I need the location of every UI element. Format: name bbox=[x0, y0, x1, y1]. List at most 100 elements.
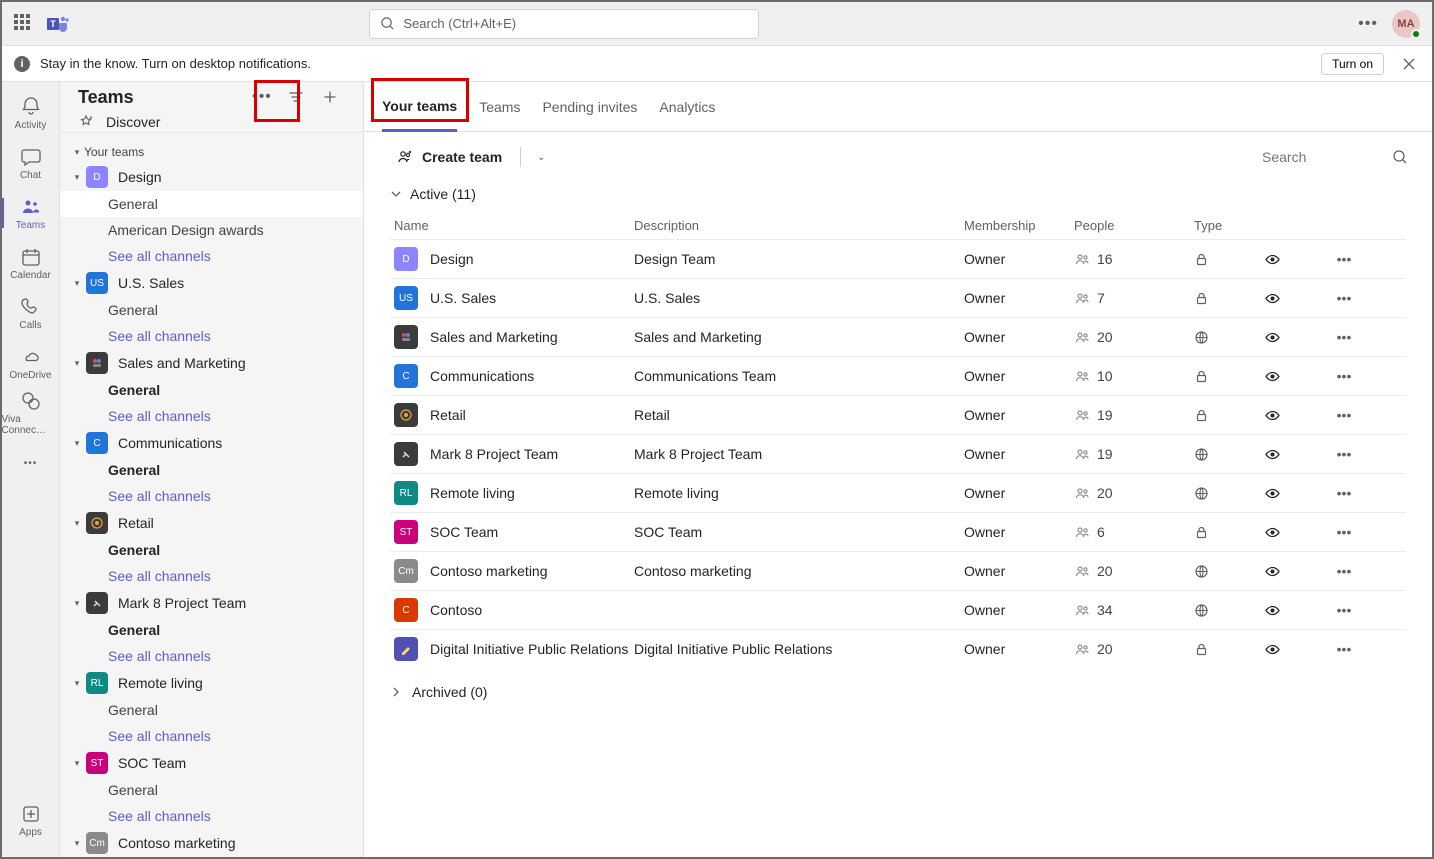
table-row[interactable]: RetailRetailOwner19••• bbox=[390, 395, 1406, 434]
team-avatar bbox=[394, 637, 418, 661]
visibility-icon[interactable] bbox=[1264, 290, 1324, 307]
table-row[interactable]: Sales and MarketingSales and MarketingOw… bbox=[390, 317, 1406, 356]
table-row[interactable]: Mark 8 Project TeamMark 8 Project TeamOw… bbox=[390, 434, 1406, 473]
row-more-icon[interactable]: ••• bbox=[1324, 602, 1364, 618]
visibility-icon[interactable] bbox=[1264, 251, 1324, 268]
table-row[interactable]: STSOC TeamSOC TeamOwner6••• bbox=[390, 512, 1406, 551]
sidebar-channel[interactable]: General bbox=[60, 617, 363, 643]
profile-avatar[interactable]: MA bbox=[1392, 10, 1420, 38]
see-all-channels[interactable]: See all channels bbox=[60, 803, 363, 829]
sidebar-channel[interactable]: General bbox=[60, 457, 363, 483]
filter-icon[interactable] bbox=[281, 82, 311, 112]
table-row[interactable]: USU.S. SalesU.S. SalesOwner7••• bbox=[390, 278, 1406, 317]
visibility-icon[interactable] bbox=[1264, 524, 1324, 541]
row-more-icon[interactable]: ••• bbox=[1324, 524, 1364, 540]
sidebar-channel[interactable]: General bbox=[60, 697, 363, 723]
team-search[interactable] bbox=[1262, 149, 1408, 165]
table-row[interactable]: RLRemote livingRemote livingOwner20••• bbox=[390, 473, 1406, 512]
cell-people: 20 bbox=[1074, 563, 1194, 580]
rail-teams[interactable]: Teams bbox=[2, 188, 60, 238]
table-header: Name Description Membership People Type bbox=[390, 212, 1406, 239]
visibility-icon[interactable] bbox=[1264, 368, 1324, 385]
table-row[interactable]: CmContoso marketingContoso marketingOwne… bbox=[390, 551, 1406, 590]
discover-item[interactable]: Discover bbox=[60, 112, 363, 133]
sidebar-channel[interactable]: General bbox=[60, 191, 363, 217]
tab-teams[interactable]: Teams bbox=[479, 82, 520, 132]
row-more-icon[interactable]: ••• bbox=[1324, 251, 1364, 267]
sidebar-team[interactable]: ▾DDesign bbox=[60, 163, 363, 191]
sidebar-team[interactable]: ▾USU.S. Sales bbox=[60, 269, 363, 297]
visibility-icon[interactable] bbox=[1264, 446, 1324, 463]
visibility-icon[interactable] bbox=[1264, 329, 1324, 346]
rail-activity[interactable]: Activity bbox=[2, 88, 60, 138]
app-launcher-icon[interactable] bbox=[14, 14, 34, 34]
row-more-icon[interactable]: ••• bbox=[1324, 368, 1364, 384]
row-more-icon[interactable]: ••• bbox=[1324, 563, 1364, 579]
rail-calls[interactable]: Calls bbox=[2, 288, 60, 338]
sidebar-channel[interactable]: American Design awards bbox=[60, 217, 363, 243]
col-type[interactable]: Type bbox=[1194, 218, 1264, 233]
visibility-icon[interactable] bbox=[1264, 485, 1324, 502]
sidebar-team[interactable]: ▾CCommunications bbox=[60, 429, 363, 457]
tab-your-teams[interactable]: Your teams bbox=[382, 82, 457, 132]
rail-onedrive[interactable]: OneDrive bbox=[2, 338, 60, 388]
sidebar-team[interactable]: ▾Sales and Marketing bbox=[60, 349, 363, 377]
sidebar-team[interactable]: ▾Retail bbox=[60, 509, 363, 537]
sidebar-team[interactable]: ▾Mark 8 Project Team bbox=[60, 589, 363, 617]
visibility-icon[interactable] bbox=[1264, 407, 1324, 424]
col-name[interactable]: Name bbox=[394, 218, 634, 233]
rail-chat[interactable]: Chat bbox=[2, 138, 60, 188]
table-row[interactable]: DDesignDesign TeamOwner16••• bbox=[390, 239, 1406, 278]
see-all-channels[interactable]: See all channels bbox=[60, 723, 363, 749]
archived-group[interactable]: Archived (0) bbox=[364, 668, 1432, 716]
rail-viva[interactable]: Viva Connec… bbox=[2, 388, 60, 438]
sidebar-team[interactable]: ▾STSOC Team bbox=[60, 749, 363, 777]
create-team-dropdown[interactable]: ⌄ bbox=[531, 148, 551, 167]
add-team-icon[interactable] bbox=[315, 82, 345, 112]
row-more-icon[interactable]: ••• bbox=[1324, 485, 1364, 501]
teams-settings-icon[interactable]: ••• bbox=[247, 82, 277, 112]
sidebar-team[interactable]: ▾CmContoso marketing bbox=[60, 829, 363, 857]
visibility-icon[interactable] bbox=[1264, 563, 1324, 580]
rail-calendar[interactable]: Calendar bbox=[2, 238, 60, 288]
sidebar-channel[interactable]: General bbox=[60, 377, 363, 403]
team-search-input[interactable] bbox=[1262, 149, 1382, 165]
turn-on-button[interactable]: Turn on bbox=[1321, 53, 1384, 75]
see-all-channels[interactable]: See all channels bbox=[60, 243, 363, 269]
visibility-icon[interactable] bbox=[1264, 641, 1324, 658]
more-icon[interactable]: ••• bbox=[1358, 15, 1378, 33]
col-description[interactable]: Description bbox=[634, 218, 964, 233]
see-all-channels[interactable]: See all channels bbox=[60, 563, 363, 589]
see-all-channels[interactable]: See all channels bbox=[60, 323, 363, 349]
table-row[interactable]: CCommunicationsCommunications TeamOwner1… bbox=[390, 356, 1406, 395]
table-row[interactable]: CContosoOwner34••• bbox=[390, 590, 1406, 629]
sidebar-channel[interactable]: General bbox=[60, 297, 363, 323]
tab-analytics[interactable]: Analytics bbox=[659, 82, 715, 132]
row-more-icon[interactable]: ••• bbox=[1324, 407, 1364, 423]
cell-membership: Owner bbox=[964, 641, 1074, 657]
see-all-channels[interactable]: See all channels bbox=[60, 403, 363, 429]
col-people[interactable]: People bbox=[1074, 218, 1194, 233]
row-more-icon[interactable]: ••• bbox=[1324, 329, 1364, 345]
table-row[interactable]: Digital Initiative Public RelationsDigit… bbox=[390, 629, 1406, 668]
see-all-channels[interactable]: See all channels bbox=[60, 643, 363, 669]
visibility-icon[interactable] bbox=[1264, 602, 1324, 619]
active-group[interactable]: Active (11) bbox=[364, 182, 1432, 212]
your-teams-section[interactable]: ▾Your teams bbox=[60, 141, 363, 163]
sidebar-channel[interactable]: General bbox=[60, 777, 363, 803]
create-team-button[interactable]: Create team bbox=[388, 144, 510, 170]
col-membership[interactable]: Membership bbox=[964, 218, 1074, 233]
see-all-channels[interactable]: See all channels bbox=[60, 483, 363, 509]
row-more-icon[interactable]: ••• bbox=[1324, 641, 1364, 657]
row-more-icon[interactable]: ••• bbox=[1324, 290, 1364, 306]
row-more-icon[interactable]: ••• bbox=[1324, 446, 1364, 462]
chevron-down-icon: ▾ bbox=[72, 278, 82, 289]
rail-apps[interactable]: Apps bbox=[2, 795, 60, 845]
tab-pending-invites[interactable]: Pending invites bbox=[542, 82, 637, 132]
close-icon[interactable] bbox=[1398, 53, 1420, 75]
rail-more[interactable]: ••• bbox=[2, 438, 60, 488]
team-avatar: C bbox=[394, 598, 418, 622]
sidebar-team[interactable]: ▾RLRemote living bbox=[60, 669, 363, 697]
sidebar-channel[interactable]: General bbox=[60, 537, 363, 563]
global-search[interactable]: Search (Ctrl+Alt+E) bbox=[369, 9, 759, 39]
